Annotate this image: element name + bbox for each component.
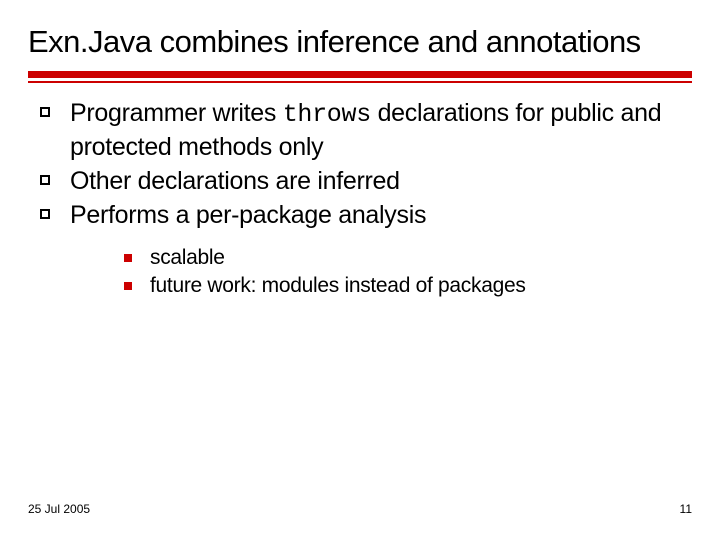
divider-thick <box>28 71 692 78</box>
footer-date: 25 Jul 2005 <box>28 502 90 516</box>
sublist-item: scalable <box>28 245 692 272</box>
slide: Exn.Java combines inference and annotati… <box>0 0 720 540</box>
sublist-item-text: future work: modules instead of packages <box>150 273 526 300</box>
text-run: Programmer writes <box>70 99 283 127</box>
sublist: scalable future work: modules instead of… <box>28 245 692 301</box>
list-item-text: Performs a per-package analysis <box>70 199 426 231</box>
square-bullet-filled-icon <box>124 282 132 290</box>
list-item: Programmer writes throws declarations fo… <box>28 97 692 163</box>
slide-footer: 25 Jul 2005 11 <box>28 502 692 516</box>
footer-page-number: 11 <box>680 502 692 516</box>
list-item-text: Other declarations are inferred <box>70 165 400 197</box>
text-run: Performs a per-package analysis <box>70 201 426 229</box>
list-item: Performs a per-package analysis <box>28 199 692 231</box>
list-item: Other declarations are inferred <box>28 165 692 197</box>
square-bullet-icon <box>40 175 50 185</box>
sublist-item: future work: modules instead of packages <box>28 273 692 300</box>
slide-body: Programmer writes throws declarations fo… <box>28 97 692 301</box>
list-item-text: Programmer writes throws declarations fo… <box>70 97 692 163</box>
slide-title: Exn.Java combines inference and annotati… <box>28 24 692 61</box>
divider-thin <box>28 81 692 83</box>
code-run: throws <box>283 100 371 129</box>
square-bullet-icon <box>40 107 50 117</box>
sublist-item-text: scalable <box>150 245 225 272</box>
text-run: Other declarations are inferred <box>70 167 400 195</box>
square-bullet-filled-icon <box>124 254 132 262</box>
square-bullet-icon <box>40 209 50 219</box>
